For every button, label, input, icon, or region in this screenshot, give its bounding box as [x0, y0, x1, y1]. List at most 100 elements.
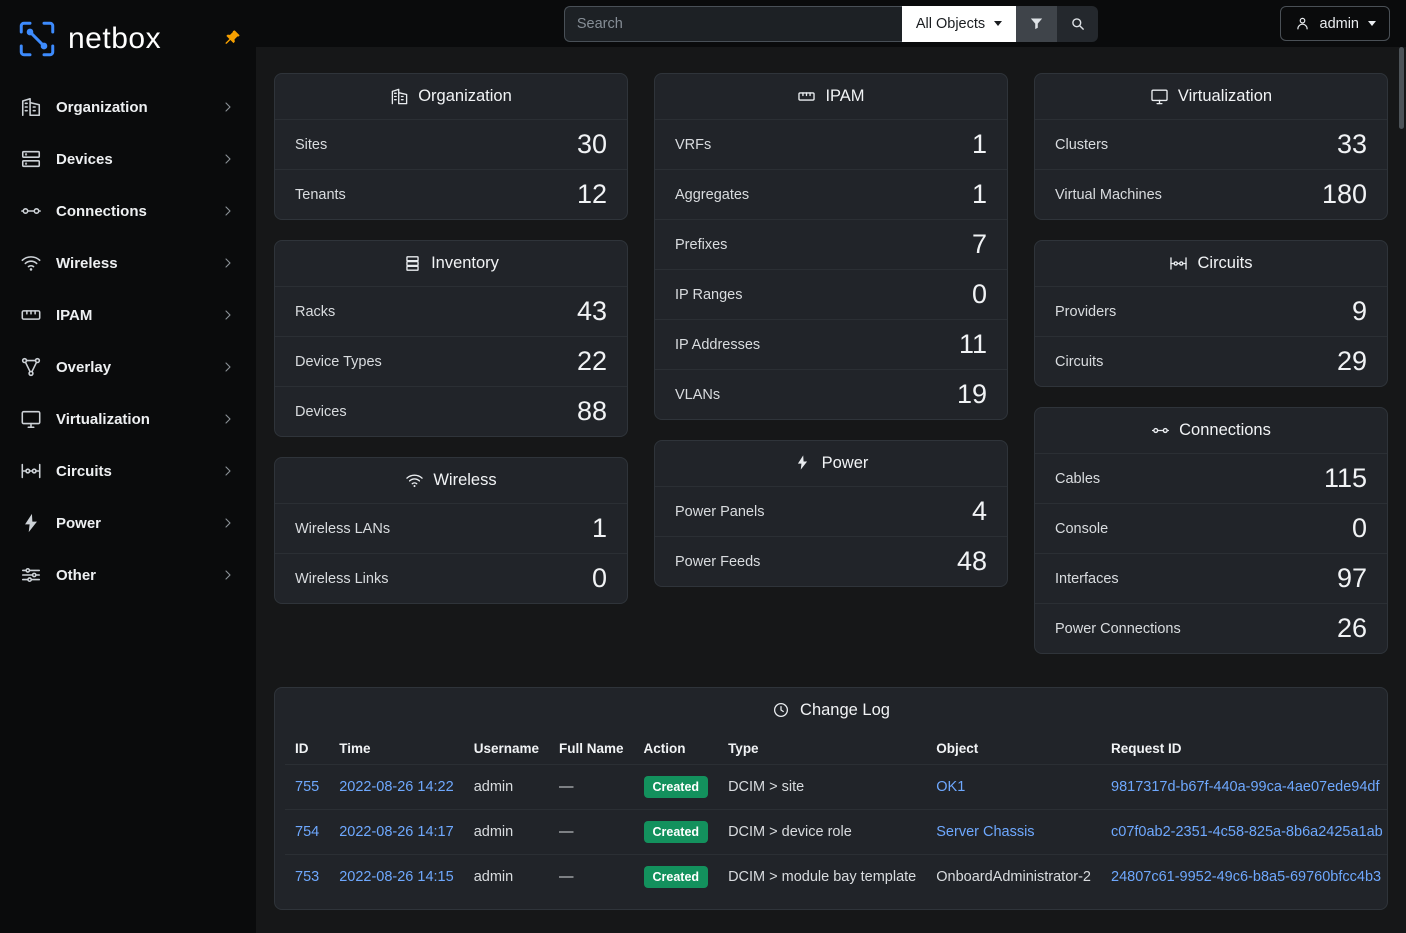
- stat-value: 88: [577, 398, 607, 425]
- stat-row-cables[interactable]: Cables 115: [1035, 453, 1387, 503]
- stat-row-racks[interactable]: Racks 43: [275, 286, 627, 336]
- monitor-icon: [20, 408, 42, 430]
- search-input[interactable]: [564, 6, 902, 42]
- counter-icon: [20, 304, 42, 326]
- sidebar-item-organization[interactable]: Organization: [8, 82, 248, 132]
- funnel-icon: [1028, 15, 1045, 32]
- card-connections-header: Connections: [1035, 408, 1387, 453]
- change-username: admin: [474, 869, 514, 885]
- user-menu-button[interactable]: admin: [1280, 6, 1391, 41]
- stat-row-power-connections[interactable]: Power Connections 26: [1035, 603, 1387, 653]
- stat-row-wireless-lans[interactable]: Wireless LANs 1: [275, 503, 627, 553]
- request-id-link[interactable]: c07f0ab2-2351-4c58-825a-8b6a2425a1ab: [1111, 824, 1383, 840]
- lightning-icon: [20, 512, 42, 534]
- stat-row-providers[interactable]: Providers 9: [1035, 286, 1387, 336]
- stat-row-virtual-machines[interactable]: Virtual Machines 180: [1035, 169, 1387, 219]
- change-full-name: —: [559, 779, 574, 795]
- stat-row-vlans[interactable]: VLANs 19: [655, 369, 1007, 419]
- sidebar-item-virtualization[interactable]: Virtualization: [8, 394, 248, 444]
- sidebar-item-wireless[interactable]: Wireless: [8, 238, 248, 288]
- change-id-link[interactable]: 753: [295, 869, 319, 885]
- sidebar-item-ipam[interactable]: IPAM: [8, 290, 248, 340]
- sidebar-item-circuits[interactable]: Circuits: [8, 446, 248, 496]
- change-object: OnboardAdministrator-2: [936, 869, 1091, 885]
- stat-row-ip-ranges[interactable]: IP Ranges 0: [655, 269, 1007, 319]
- stat-row-console[interactable]: Console 0: [1035, 503, 1387, 553]
- stat-row-sites[interactable]: Sites 30: [275, 119, 627, 169]
- stat-row-ip-addresses[interactable]: IP Addresses 11: [655, 319, 1007, 369]
- object-type-dropdown[interactable]: All Objects: [902, 6, 1016, 42]
- sidebar-item-overlay[interactable]: Overlay: [8, 342, 248, 392]
- column-header-username: Username: [464, 733, 549, 765]
- stat-row-device-types[interactable]: Device Types 22: [275, 336, 627, 386]
- stat-row-prefixes[interactable]: Prefixes 7: [655, 219, 1007, 269]
- change-object-link[interactable]: OK1: [936, 779, 965, 795]
- stat-label: Device Types: [295, 354, 382, 370]
- sidebar-item-label: Power: [56, 515, 101, 532]
- chevron-right-icon: [220, 255, 236, 271]
- card-change-log: Change Log ID Time Username Full Name Ac…: [274, 687, 1388, 910]
- lightning-icon: [794, 454, 813, 473]
- stat-row-aggregates[interactable]: Aggregates 1: [655, 169, 1007, 219]
- monitor-icon: [1150, 87, 1169, 106]
- graph-icon: [20, 356, 42, 378]
- stat-value: 29: [1337, 348, 1367, 375]
- transit-connection-icon: [1169, 254, 1188, 273]
- stat-row-clusters[interactable]: Clusters 33: [1035, 119, 1387, 169]
- change-time-link[interactable]: 2022-08-26 14:22: [339, 779, 454, 795]
- stat-label: Virtual Machines: [1055, 187, 1162, 203]
- stat-label: Tenants: [295, 187, 346, 203]
- sidebar-item-label: Wireless: [56, 255, 118, 272]
- table-header-row: ID Time Username Full Name Action Type O…: [285, 733, 1388, 765]
- stat-value: 0: [972, 281, 987, 308]
- chevron-right-icon: [220, 99, 236, 115]
- change-time-link[interactable]: 2022-08-26 14:17: [339, 824, 454, 840]
- stat-row-vrfs[interactable]: VRFs 1: [655, 119, 1007, 169]
- card-virtualization: Virtualization Clusters 33 Virtual Machi…: [1034, 73, 1388, 220]
- sidebar-item-other[interactable]: Other: [8, 550, 248, 600]
- change-full-name: —: [559, 824, 574, 840]
- card-inventory: Inventory Racks 43 Device Types 22 Devic…: [274, 240, 628, 437]
- stat-row-power-panels[interactable]: Power Panels 4: [655, 486, 1007, 536]
- stat-label: Racks: [295, 304, 335, 320]
- chevron-right-icon: [220, 203, 236, 219]
- username-label: admin: [1320, 16, 1360, 32]
- dashboard-column-3: Virtualization Clusters 33 Virtual Machi…: [1034, 73, 1388, 654]
- stat-value: 180: [1322, 181, 1367, 208]
- stat-label: Sites: [295, 137, 327, 153]
- change-object-link[interactable]: Server Chassis: [936, 824, 1034, 840]
- vertical-scrollbar[interactable]: [1399, 47, 1404, 129]
- global-search: All Objects: [564, 6, 1098, 42]
- filter-button[interactable]: [1016, 6, 1057, 42]
- stat-label: Power Connections: [1055, 621, 1181, 637]
- sidebar-pin-icon[interactable]: [222, 28, 242, 48]
- history-icon: [772, 701, 791, 720]
- change-id-link[interactable]: 754: [295, 824, 319, 840]
- card-title: Power: [822, 454, 869, 473]
- change-id-link[interactable]: 755: [295, 779, 319, 795]
- sidebar-item-power[interactable]: Power: [8, 498, 248, 548]
- stat-row-wireless-links[interactable]: Wireless Links 0: [275, 553, 627, 603]
- sidebar-nav: Organization Devices Connections Wireles…: [0, 78, 256, 604]
- column-header-object: Object: [926, 733, 1101, 765]
- request-id-link[interactable]: 24807c61-9952-49c6-b8a5-69760bfcc4b3: [1111, 869, 1381, 885]
- server-icon: [20, 148, 42, 170]
- change-time-link[interactable]: 2022-08-26 14:15: [339, 869, 454, 885]
- stat-row-circuits[interactable]: Circuits 29: [1035, 336, 1387, 386]
- sidebar-item-connections[interactable]: Connections: [8, 186, 248, 236]
- card-title: Circuits: [1197, 254, 1252, 273]
- stat-row-devices[interactable]: Devices 88: [275, 386, 627, 436]
- change-full-name: —: [559, 869, 574, 885]
- request-id-link[interactable]: 9817317d-b67f-440a-99ca-4ae07ede94df: [1111, 779, 1379, 795]
- stat-row-interfaces[interactable]: Interfaces 97: [1035, 553, 1387, 603]
- card-ipam-header: IPAM: [655, 74, 1007, 119]
- sidebar-item-devices[interactable]: Devices: [8, 134, 248, 184]
- netbox-logo[interactable]: netbox: [0, 0, 256, 78]
- card-title: Inventory: [431, 254, 499, 273]
- chevron-right-icon: [220, 307, 236, 323]
- content-region: All Objects admin Organization: [256, 0, 1406, 933]
- stat-label: Power Feeds: [675, 554, 760, 570]
- stat-row-power-feeds[interactable]: Power Feeds 48: [655, 536, 1007, 586]
- search-button[interactable]: [1057, 6, 1098, 42]
- stat-row-tenants[interactable]: Tenants 12: [275, 169, 627, 219]
